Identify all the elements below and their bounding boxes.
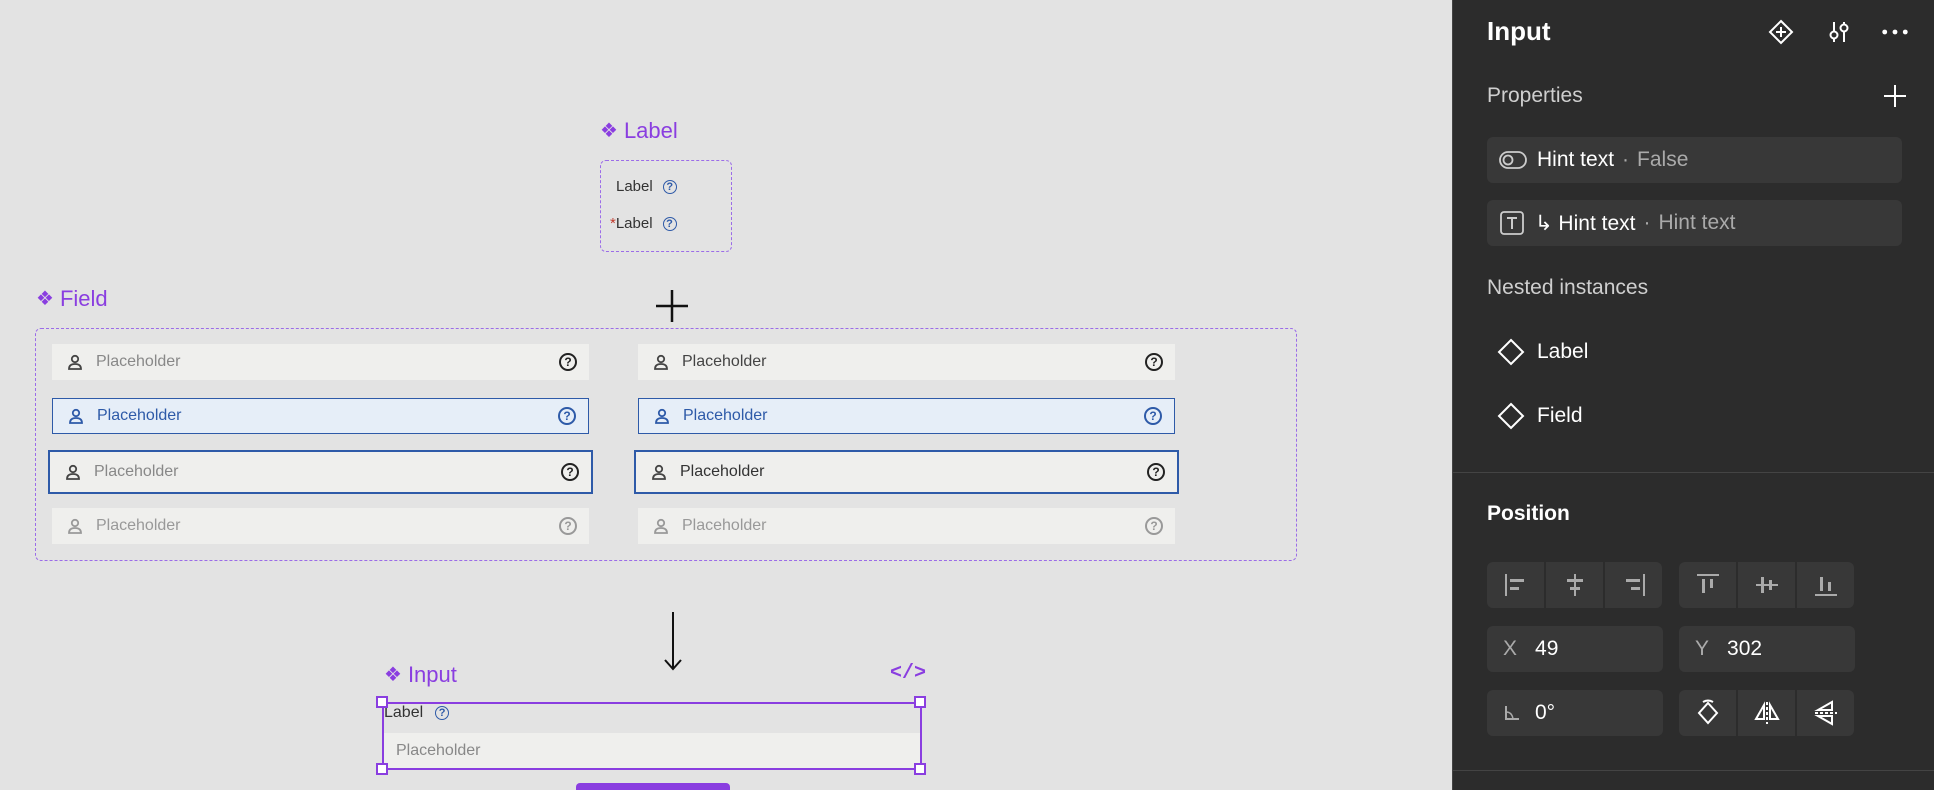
size-badge — [576, 783, 730, 790]
arrow-down-icon — [664, 612, 682, 671]
rotate-icon[interactable] — [1679, 690, 1736, 736]
align-right-icon[interactable] — [1605, 562, 1662, 608]
instance-diamond-icon — [1497, 338, 1525, 366]
user-icon — [654, 518, 668, 534]
user-icon — [68, 518, 82, 534]
section-divider — [1453, 770, 1934, 771]
input-component-title[interactable]: ❖ Input — [384, 662, 457, 688]
help-icon: ? — [1144, 407, 1162, 425]
properties-panel: Input Properties Hint text · False ↳ Hin… — [1452, 0, 1934, 790]
nested-instances-label: Nested instances — [1487, 276, 1649, 299]
field-focus[interactable]: Placeholder ? — [48, 450, 593, 494]
field-default[interactable]: Placeholder ? — [52, 344, 589, 380]
align-top-icon[interactable] — [1679, 562, 1736, 608]
help-icon: ? — [561, 463, 579, 481]
help-icon: ? — [662, 216, 677, 231]
toggle-icon — [1499, 151, 1527, 169]
horizontal-align-group — [1487, 562, 1662, 608]
align-center-h-icon[interactable] — [1546, 562, 1603, 608]
instance-diamond-icon — [1497, 402, 1525, 430]
resize-handle-bottom-left[interactable] — [376, 763, 388, 775]
panel-title: Input — [1487, 16, 1551, 46]
help-icon: ? — [559, 517, 577, 535]
field-filled-focus[interactable]: Placeholder ? — [634, 450, 1179, 494]
help-icon: ? — [1145, 517, 1163, 535]
position-section-label: Position — [1487, 502, 1570, 525]
help-icon: ? — [559, 353, 577, 371]
resize-handle-top-right[interactable] — [914, 696, 926, 708]
nested-instance-field[interactable]: Field — [1497, 402, 1583, 430]
align-left-icon[interactable] — [1487, 562, 1544, 608]
text-icon — [1500, 211, 1524, 235]
property-hint-text-toggle[interactable]: Hint text · False — [1487, 137, 1902, 183]
field-filled-hover[interactable]: Placeholder ? — [638, 398, 1175, 434]
y-position-field[interactable]: Y 302 — [1679, 626, 1855, 672]
user-icon — [652, 464, 666, 480]
adjust-icon[interactable] — [1825, 18, 1853, 46]
label-component-frame[interactable] — [600, 160, 732, 252]
align-bottom-icon[interactable] — [1797, 562, 1854, 608]
vertical-align-group — [1679, 562, 1854, 608]
component-diamond-icon[interactable] — [1767, 18, 1795, 46]
rotation-field[interactable]: 0° — [1487, 690, 1663, 736]
help-icon: ? — [1147, 463, 1165, 481]
property-hint-text-value[interactable]: ↳ Hint text · Hint text — [1487, 200, 1902, 246]
user-icon — [68, 354, 82, 370]
flip-vertical-icon[interactable] — [1797, 690, 1854, 736]
flip-horizontal-icon[interactable] — [1738, 690, 1795, 736]
help-icon: ? — [1145, 353, 1163, 371]
component-icon: ❖ — [384, 664, 402, 686]
crosshair-plus-icon — [656, 290, 688, 322]
user-icon — [655, 408, 669, 424]
code-icon[interactable]: </> — [890, 662, 926, 685]
field-filled-default[interactable]: Placeholder ? — [638, 344, 1175, 380]
field-hover[interactable]: Placeholder ? — [52, 398, 589, 434]
more-icon[interactable] — [1881, 18, 1909, 46]
help-icon: ? — [558, 407, 576, 425]
component-icon: ❖ — [36, 288, 54, 310]
user-icon — [69, 408, 83, 424]
label-row-optional: Label ? — [616, 178, 677, 195]
label-component-title[interactable]: ❖ Label — [600, 118, 678, 144]
field-filled-disabled: Placeholder ? — [638, 508, 1175, 544]
section-divider — [1453, 472, 1934, 473]
transform-group — [1679, 690, 1854, 736]
field-disabled: Placeholder ? — [52, 508, 589, 544]
label-row-required: * Label ? — [610, 215, 677, 232]
nested-instance-label[interactable]: Label — [1497, 338, 1588, 366]
add-property-icon[interactable] — [1881, 82, 1909, 110]
resize-handle-bottom-right[interactable] — [914, 763, 926, 775]
help-icon: ? — [662, 179, 677, 194]
input-field[interactable]: Placeholder — [384, 733, 920, 768]
properties-section-label: Properties — [1487, 84, 1583, 107]
align-middle-icon[interactable] — [1738, 562, 1795, 608]
x-position-field[interactable]: X 49 — [1487, 626, 1663, 672]
help-icon: ? — [435, 706, 450, 720]
canvas[interactable]: ❖ Label Label ? * Label ? ❖ Field Placeh… — [0, 0, 1452, 790]
component-icon: ❖ — [600, 120, 618, 142]
field-component-title[interactable]: ❖ Field — [36, 286, 108, 312]
resize-handle-top-left[interactable] — [376, 696, 388, 708]
input-label: Label ? — [384, 704, 450, 722]
user-icon — [654, 354, 668, 370]
user-icon — [66, 464, 80, 480]
rotation-angle-icon — [1505, 706, 1519, 720]
